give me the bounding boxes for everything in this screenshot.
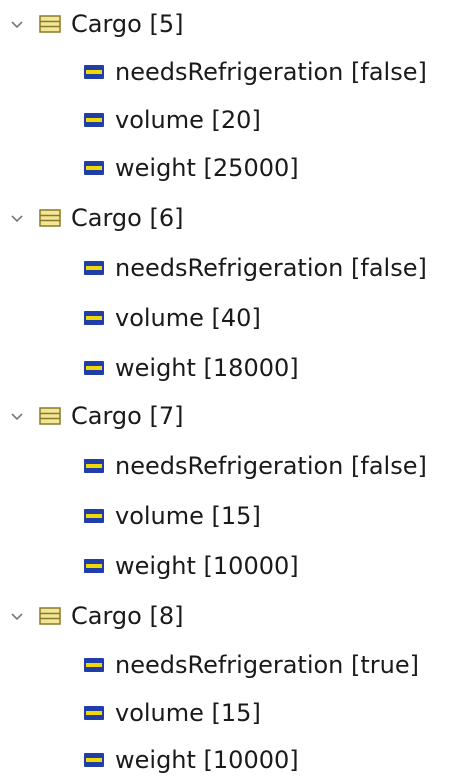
tree-leaf-label: weight [10000] bbox=[115, 552, 299, 580]
tree-leaf-label: weight [18000] bbox=[115, 354, 299, 382]
tree-node-cargo[interactable]: Cargo [5] bbox=[6, 0, 183, 48]
tree-leaf-attribute[interactable]: weight [10000] bbox=[82, 736, 299, 784]
attribute-icon bbox=[84, 65, 104, 79]
tree-leaf-label: needsRefrigeration [false] bbox=[115, 254, 427, 282]
attribute-icon bbox=[84, 311, 104, 325]
tree-leaf-label: needsRefrigeration [false] bbox=[115, 452, 427, 480]
object-tree: Cargo [5] needsRefrigeration [false] vol… bbox=[0, 0, 463, 783]
tree-leaf-label: volume [15] bbox=[115, 699, 261, 727]
chevron-down-icon[interactable] bbox=[6, 405, 28, 427]
tree-leaf-attribute[interactable]: needsRefrigeration [false] bbox=[82, 48, 427, 96]
tree-leaf-attribute[interactable]: volume [15] bbox=[82, 689, 261, 737]
attribute-icon bbox=[84, 706, 104, 720]
tree-node-cargo[interactable]: Cargo [8] bbox=[6, 592, 183, 640]
tree-leaf-label: volume [40] bbox=[115, 304, 261, 332]
attribute-icon bbox=[84, 161, 104, 175]
class-table-icon bbox=[39, 607, 61, 625]
tree-leaf-attribute[interactable]: volume [20] bbox=[82, 96, 261, 144]
tree-node-label: Cargo [8] bbox=[71, 602, 184, 630]
tree-leaf-attribute[interactable]: volume [40] bbox=[82, 294, 261, 342]
chevron-down-icon[interactable] bbox=[6, 13, 28, 35]
chevron-down-icon[interactable] bbox=[6, 207, 28, 229]
class-table-icon bbox=[39, 15, 61, 33]
tree-leaf-label: needsRefrigeration [false] bbox=[115, 58, 427, 86]
class-table-icon bbox=[39, 209, 61, 227]
tree-leaf-label: weight [25000] bbox=[115, 154, 299, 182]
tree-leaf-attribute[interactable]: needsRefrigeration [false] bbox=[82, 244, 427, 292]
class-table-icon bbox=[39, 407, 61, 425]
tree-leaf-attribute[interactable]: needsRefrigeration [true] bbox=[82, 641, 419, 689]
tree-leaf-attribute[interactable]: needsRefrigeration [false] bbox=[82, 442, 427, 490]
tree-leaf-label: volume [20] bbox=[115, 106, 261, 134]
tree-leaf-attribute[interactable]: volume [15] bbox=[82, 492, 261, 540]
chevron-down-icon[interactable] bbox=[6, 605, 28, 627]
tree-leaf-attribute[interactable]: weight [18000] bbox=[82, 344, 299, 392]
attribute-icon bbox=[84, 113, 104, 127]
tree-node-label: Cargo [5] bbox=[71, 10, 184, 38]
attribute-icon bbox=[84, 509, 104, 523]
tree-leaf-attribute[interactable]: weight [10000] bbox=[82, 542, 299, 590]
tree-leaf-label: needsRefrigeration [true] bbox=[115, 651, 419, 679]
tree-node-label: Cargo [6] bbox=[71, 204, 184, 232]
attribute-icon bbox=[84, 459, 104, 473]
tree-leaf-label: volume [15] bbox=[115, 502, 261, 530]
tree-node-cargo[interactable]: Cargo [7] bbox=[6, 392, 183, 440]
attribute-icon bbox=[84, 261, 104, 275]
tree-leaf-label: weight [10000] bbox=[115, 746, 299, 774]
attribute-icon bbox=[84, 559, 104, 573]
attribute-icon bbox=[84, 361, 104, 375]
tree-node-label: Cargo [7] bbox=[71, 402, 184, 430]
attribute-icon bbox=[84, 658, 104, 672]
tree-leaf-attribute[interactable]: weight [25000] bbox=[82, 144, 299, 192]
attribute-icon bbox=[84, 753, 104, 767]
tree-node-cargo[interactable]: Cargo [6] bbox=[6, 194, 183, 242]
